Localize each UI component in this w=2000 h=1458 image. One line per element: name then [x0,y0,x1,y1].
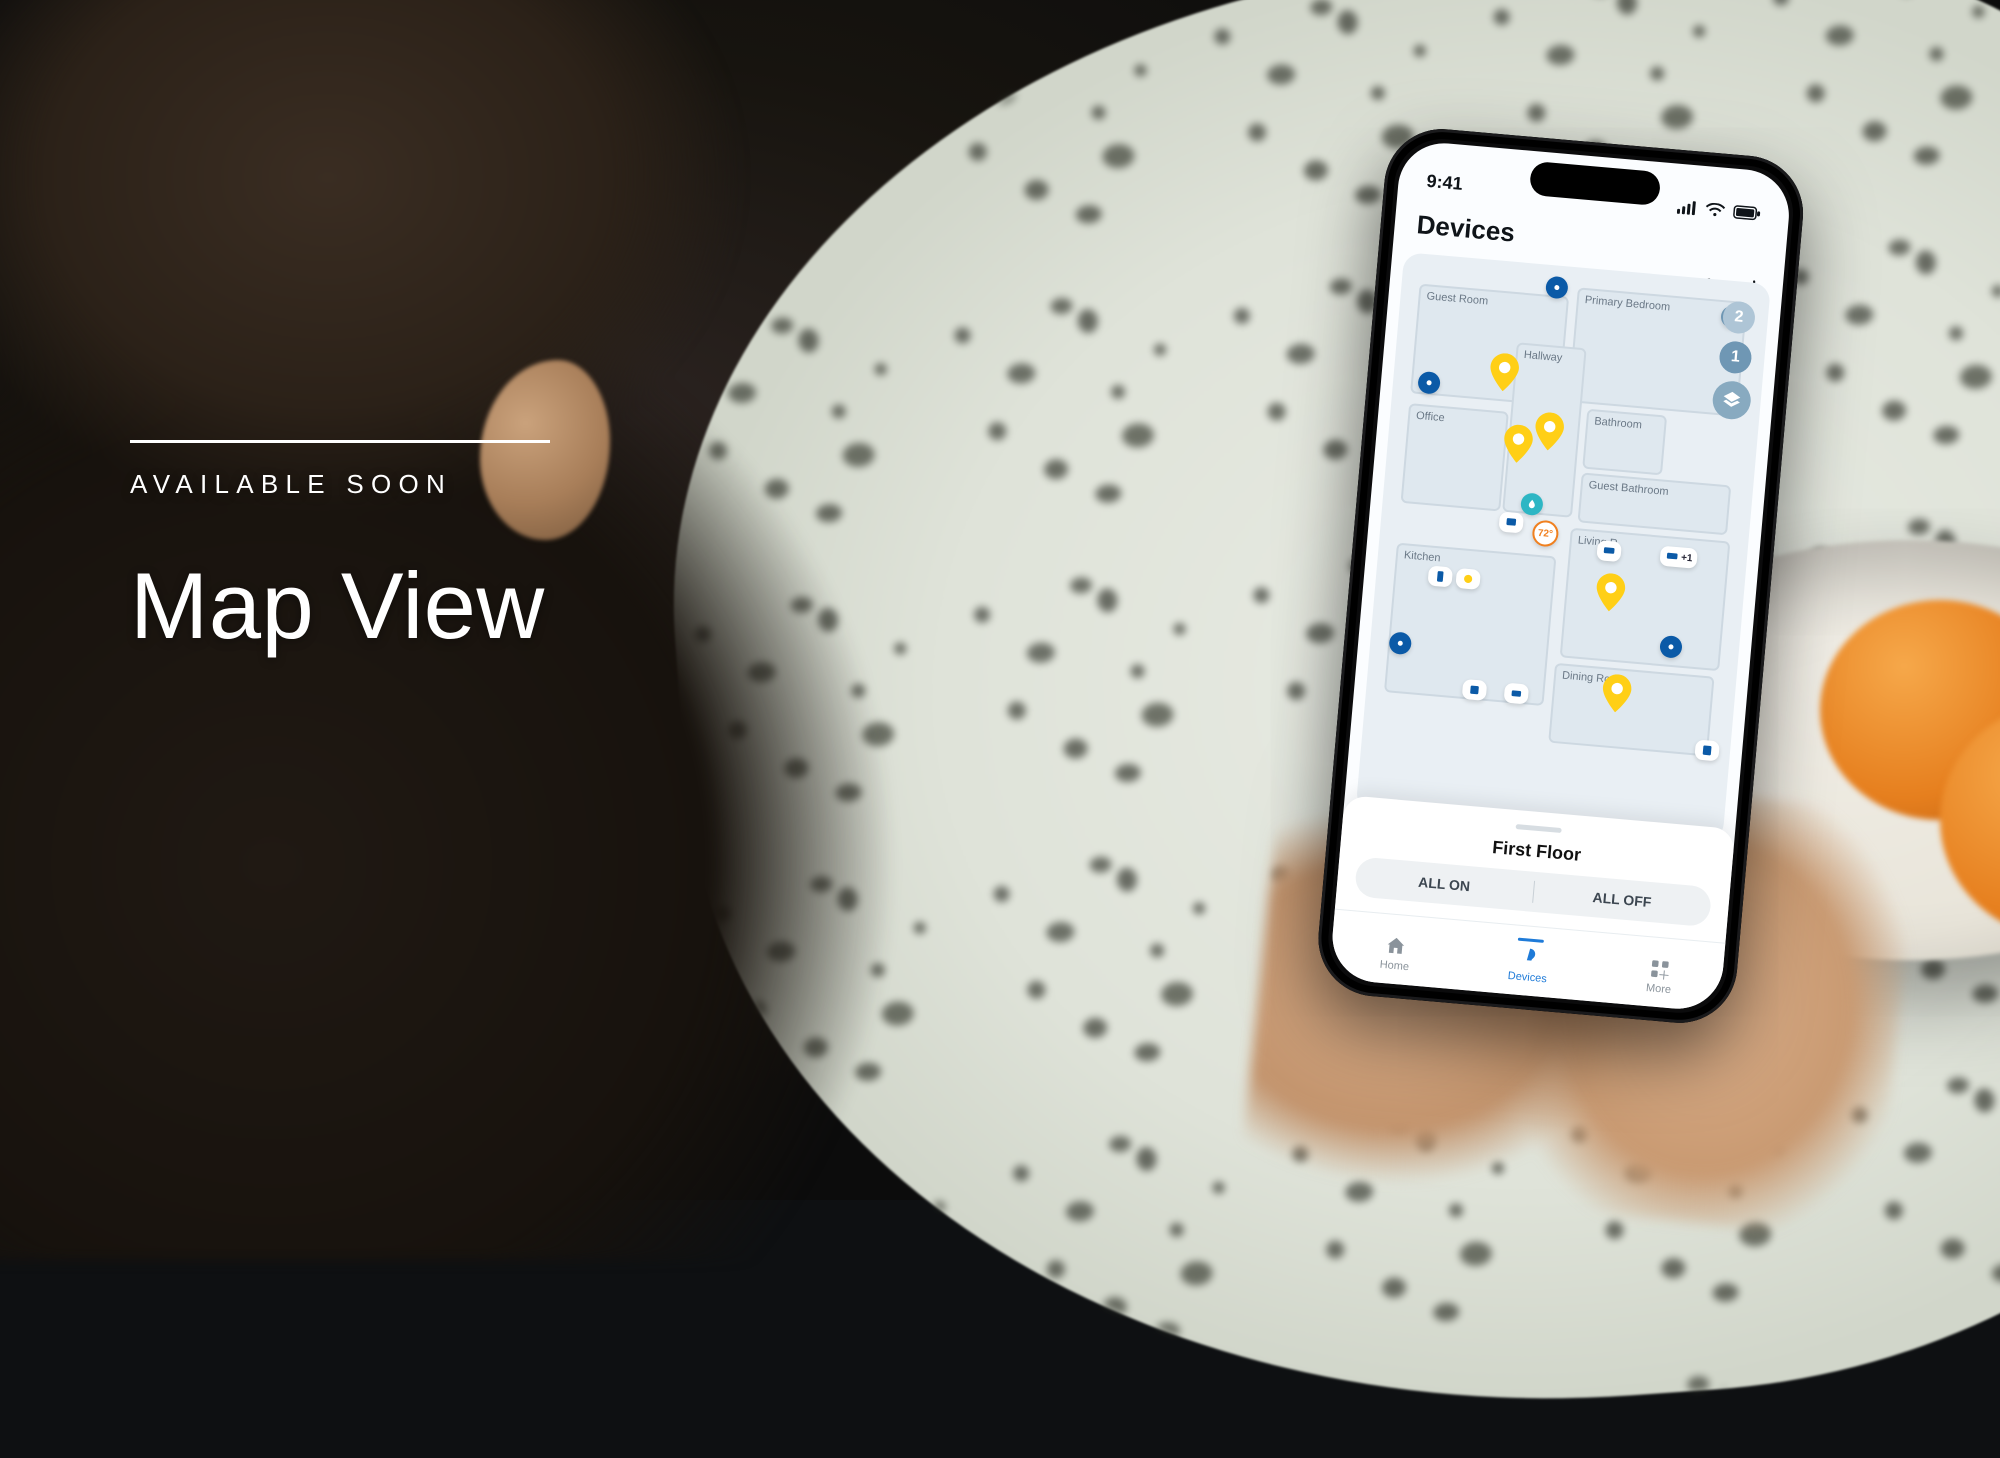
room-label: Hallway [1523,349,1562,364]
phone-frame: 9:41 Devices [1314,124,1808,1027]
light-pin-icon[interactable] [1488,352,1521,392]
room-label: Bathroom [1594,415,1643,431]
floorplan-map[interactable]: 2 1 Guest Room Primary Bedroom Hallway O… [1356,252,1771,842]
all-on-button[interactable]: ALL ON [1355,868,1533,899]
light-pin-icon[interactable] [1600,673,1633,713]
device-chip[interactable] [1596,540,1622,562]
light-pin-icon[interactable] [1533,411,1566,451]
room-label: Office [1416,410,1445,424]
tab-devices[interactable]: Devices [1507,937,1550,985]
tab-home[interactable]: Home [1379,926,1412,973]
thermostat-value: 72° [1537,527,1553,539]
room-living-room[interactable]: Living R [1560,528,1731,671]
device-chip[interactable] [1462,679,1488,701]
room-label: Kitchen [1403,549,1441,564]
device-chip[interactable] [1455,568,1481,590]
overlay-title: Map View [130,552,550,660]
room-guest-bathroom[interactable]: Guest Bathroom [1577,472,1731,535]
room-office[interactable]: Office [1401,403,1509,511]
wifi-icon [1705,202,1726,218]
tab-label: Devices [1507,970,1547,985]
room-label: Guest Room [1426,290,1489,307]
marketing-overlay: AVAILABLE SOON Map View [130,440,550,660]
tab-more[interactable]: More [1645,949,1675,996]
page-title: Devices [1415,209,1516,248]
device-group-chip[interactable]: +1 [1659,546,1698,569]
battery-icon [1733,205,1762,221]
device-group-count: +1 [1681,552,1693,564]
layers-button[interactable] [1711,380,1752,421]
status-time: 9:41 [1426,171,1464,195]
thermostat-badge[interactable]: 72° [1531,519,1559,547]
floor-2-badge[interactable]: 2 [1722,300,1757,335]
device-chip[interactable] [1694,739,1720,761]
light-pin-icon[interactable] [1594,572,1627,612]
room-label: Primary Bedroom [1584,294,1670,313]
room-bathroom[interactable]: Bathroom [1582,409,1667,476]
room-label: Guest Bathroom [1588,479,1669,498]
device-chip[interactable] [1498,511,1524,533]
device-chip[interactable] [1504,683,1530,705]
all-off-button[interactable]: ALL OFF [1533,884,1711,915]
device-chip[interactable] [1427,565,1453,587]
tab-label: More [1646,982,1672,996]
sheet-grabber[interactable] [1516,824,1562,833]
tab-label: Home [1379,959,1409,974]
phone-screen: 9:41 Devices [1329,140,1793,1013]
overlay-eyebrow: AVAILABLE SOON [130,469,550,500]
light-pin-icon[interactable] [1502,424,1535,464]
cellular-signal-icon [1677,200,1698,216]
overlay-rule [130,440,550,443]
floor-1-badge[interactable]: 1 [1718,340,1753,375]
